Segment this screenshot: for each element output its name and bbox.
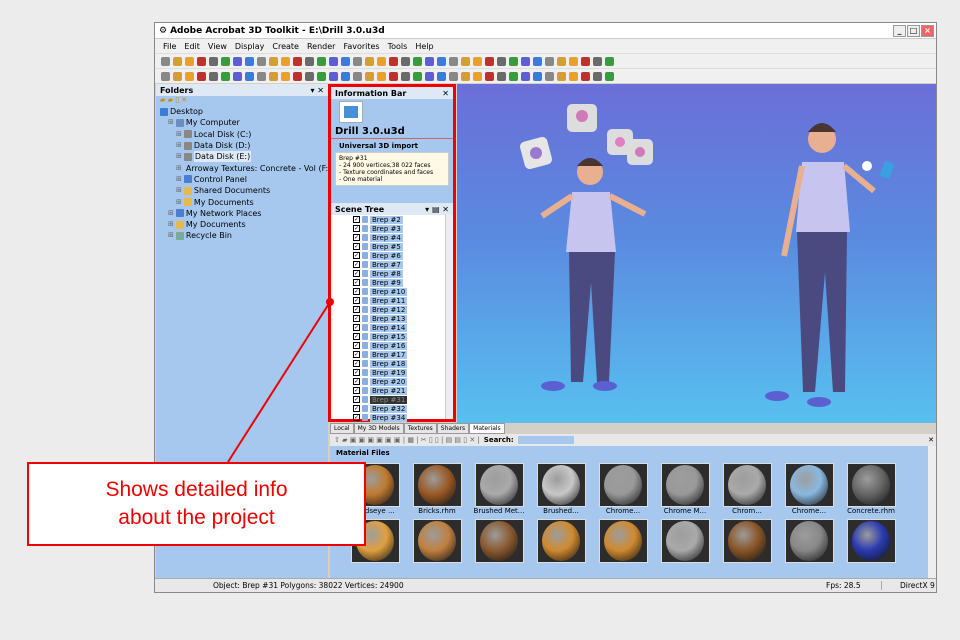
callout-line-2: about the project [118, 506, 275, 529]
callout-box: Shows detailed info about the project [27, 462, 366, 546]
callout-line-1: Shows detailed info [105, 478, 288, 501]
